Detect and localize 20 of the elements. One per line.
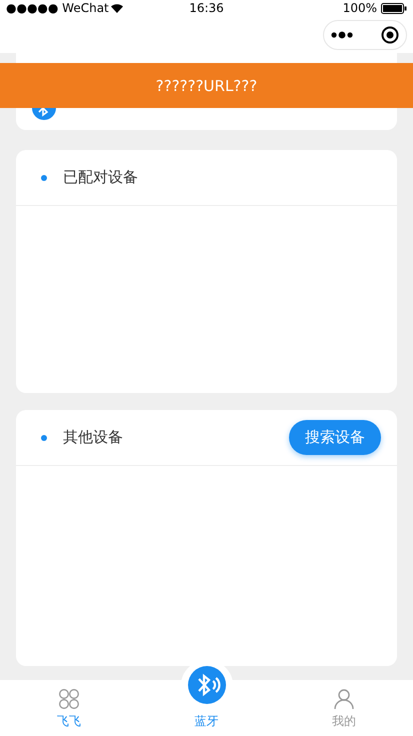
tab[interactable]: 飞飞 (0, 680, 138, 736)
tab[interactable]: 我的 (275, 680, 413, 736)
more-icon[interactable] (330, 30, 353, 39)
bullet-icon (41, 174, 47, 180)
close-icon[interactable] (381, 26, 400, 44)
battery-label: 100% (342, 1, 377, 16)
carrier-label: ●●●●● WeChat (6, 1, 123, 16)
capsule-menu[interactable] (323, 20, 407, 50)
bullet-icon (41, 434, 47, 440)
wifi-icon (110, 4, 123, 13)
section-title: 其他设备 (63, 428, 124, 447)
time-label: 16:36 (189, 1, 224, 16)
bluetooth-icon (188, 666, 226, 704)
search-devices-button[interactable]: 搜索设备 (289, 420, 381, 455)
battery-icon (381, 2, 407, 14)
tab[interactable]: 蓝牙 (138, 660, 276, 736)
person-icon (333, 688, 356, 710)
toast-message: ??????URL??? (156, 76, 258, 94)
grid-icon (58, 688, 80, 710)
section-title: 已配对设备 (63, 168, 139, 187)
